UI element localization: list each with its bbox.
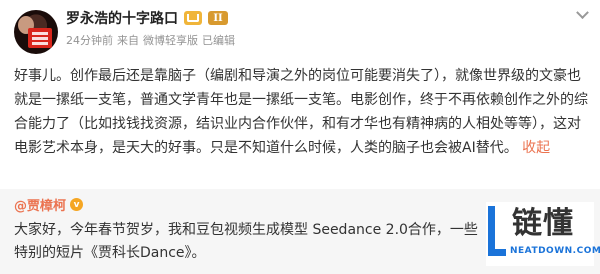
repost-body: 大家好，今年春节贺岁，我和豆包视频生成模型 Seedance 2.0合作，一些特… [14,222,478,261]
post-body: 好事儿。创作最后还是靠脑子（编剧和导演之外的岗位可能要消失了），就像世界级的文豪… [14,64,588,160]
post-header: 罗永浩的十字路口 II 24分钟前 来自 微博轻享版 已编辑 [14,8,590,62]
logo-subtext: NEATDOWN.COM [510,246,600,256]
edited-label: 已编辑 [202,34,235,47]
level-badge-icon[interactable]: II [208,11,228,25]
repost-author[interactable]: @贾樟柯 [14,195,66,214]
logo-text: 链懂 [512,206,574,241]
collapse-link[interactable]: 收起 [522,140,550,156]
logo-mark-icon [488,206,506,256]
watermark-logo: 链懂 NEATDOWN.COM [486,202,600,266]
author-row: 罗永浩的十字路口 II [66,8,228,28]
repost-header: @贾樟柯 v [14,195,84,214]
vip-crown-icon[interactable] [184,11,202,25]
verified-icon: v [70,198,84,211]
source-prefix: 来自 [117,34,139,47]
post-meta: 24分钟前 来自 微博轻享版 已编辑 [66,32,235,48]
post-body-text: 好事儿。创作最后还是靠脑子（编剧和导演之外的岗位可能要消失了），就像世界级的文豪… [14,68,588,156]
avatar[interactable] [14,10,58,54]
post-source[interactable]: 微博轻享版 [143,32,198,48]
post-time[interactable]: 24分钟前 [66,32,113,48]
author-name[interactable]: 罗永浩的十字路口 [66,8,178,28]
avatar-badge [28,28,52,48]
chevron-down-icon[interactable] [574,8,590,22]
